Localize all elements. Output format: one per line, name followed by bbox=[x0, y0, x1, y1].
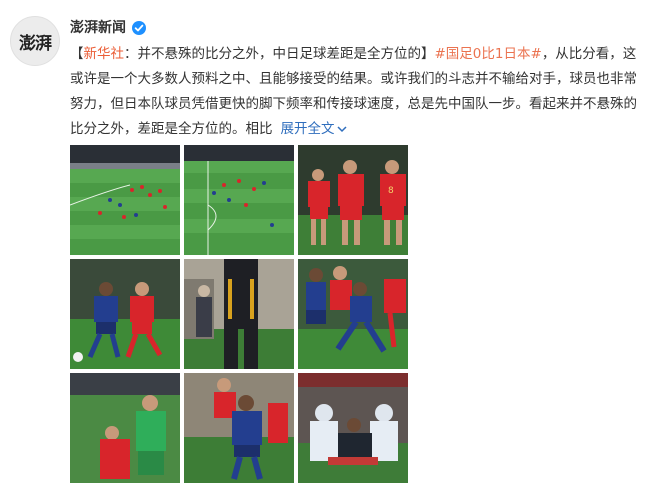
china-players-image: 8 bbox=[298, 145, 408, 255]
gallery-image-1[interactable] bbox=[70, 145, 180, 255]
gallery-image-5[interactable] bbox=[184, 259, 294, 369]
gallery-image-3[interactable]: 8 bbox=[298, 145, 408, 255]
post-line-3: 努力，但日本队球员凭借更快的脚下频率和传接球速度，总是先中国队一步。看起来并不悬… bbox=[70, 96, 637, 112]
gallery-image-7[interactable] bbox=[70, 373, 180, 483]
svg-text:8: 8 bbox=[388, 186, 394, 196]
headline: ：并不悬殊的比分之外，中日足球差距是全方位的】 bbox=[124, 46, 435, 62]
gallery-image-8[interactable] bbox=[184, 373, 294, 483]
medical-staff-image bbox=[298, 373, 408, 483]
stadium-wide-shot-image bbox=[70, 145, 180, 255]
gallery-image-6[interactable] bbox=[298, 259, 408, 369]
coach-image bbox=[184, 259, 294, 369]
scramble-image bbox=[298, 259, 408, 369]
tackle-image bbox=[70, 259, 180, 369]
expand-label: 展开全文 bbox=[280, 121, 335, 137]
post-text: 【新华社：并不悬殊的比分之外，中日足球差距是全方位的】#国足0比1日本#，从比分… bbox=[70, 42, 651, 142]
hashtag-link[interactable]: #国足0比1日本# bbox=[435, 46, 542, 62]
post-line-1: 【新华社：并不悬殊的比分之外，中日足球差距是全方位的】#国足0比1日本#，从比分… bbox=[70, 42, 651, 67]
source-link[interactable]: 新华社 bbox=[84, 46, 125, 62]
author-name[interactable]: 澎湃新闻 bbox=[70, 17, 126, 37]
post-line-4-text: 比分之外，差距是全方位的。相比 bbox=[70, 121, 273, 137]
post-line-4: 比分之外，差距是全方位的。相比 展开全文 bbox=[70, 117, 651, 142]
post-line-2: 或许是一个大多数人预料之中、且能够接受的结果。或许我们的斗志并不输给对手，球员也… bbox=[70, 71, 637, 87]
author-row: 澎湃新闻 bbox=[70, 16, 146, 38]
expand-full-text-button[interactable]: 展开全文 bbox=[281, 121, 347, 137]
avatar-logo-text: 澎湃 bbox=[19, 33, 52, 54]
post-line-1-tail: ，从比分看，这 bbox=[541, 46, 637, 62]
bracket-open: 【 bbox=[70, 46, 84, 62]
verified-badge-icon bbox=[132, 20, 146, 35]
image-gallery: 8 bbox=[70, 145, 410, 483]
gallery-image-2[interactable] bbox=[184, 145, 294, 255]
goalkeeper-image bbox=[70, 373, 180, 483]
midfield-shot-image bbox=[184, 145, 294, 255]
avatar[interactable]: 澎湃 bbox=[10, 16, 60, 66]
gallery-image-4[interactable] bbox=[70, 259, 180, 369]
chevron-down-icon bbox=[336, 126, 347, 133]
gallery-image-9[interactable] bbox=[298, 373, 408, 483]
japan-dribble-image bbox=[184, 373, 294, 483]
